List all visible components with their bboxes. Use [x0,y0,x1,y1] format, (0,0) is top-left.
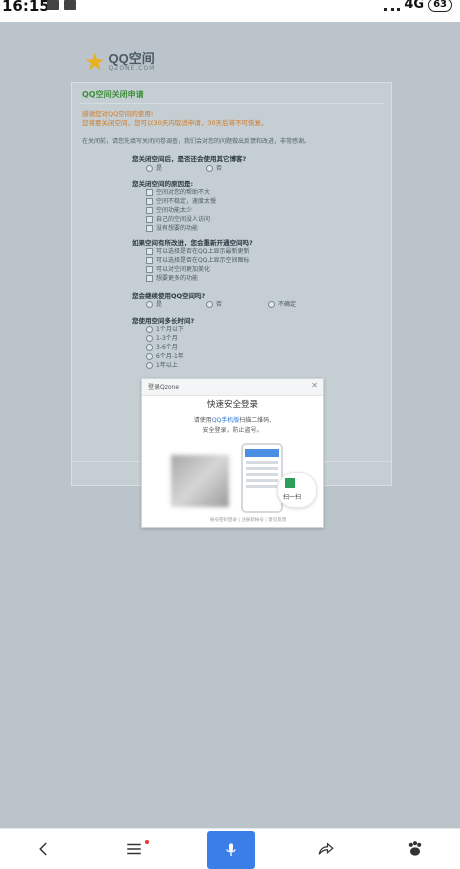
q4-option[interactable]: 否 [206,299,222,308]
radio-icon[interactable] [146,301,153,308]
star-icon: ★ [84,48,106,76]
q1-option[interactable]: 是 [146,163,162,172]
checkbox-icon[interactable] [146,189,153,196]
dialog-footer-links[interactable]: 帐号密码登录 | 注册新帐号 | 意见反馈 [210,517,286,523]
dialog-title: 快速安全登录 [206,400,258,410]
q5-option[interactable]: 1-3个月 [146,333,178,342]
q3-option[interactable]: 可以选择是否在QQ上显示空间图标 [146,255,249,264]
video-icon [64,0,76,10]
logo-subtitle: QZONE.COM [108,65,156,72]
dialog-header-title: 登录Qzone [148,384,180,391]
form-title: QQ空间关闭申请 [82,90,144,99]
status-time: 16:15 [2,0,50,15]
checkbox-icon[interactable] [146,198,153,205]
phone-row [246,479,278,482]
logo-name: QQ空间 [108,51,155,66]
status-bar: 16:15 4G 63 [0,0,460,22]
baidu-button[interactable] [385,829,445,869]
scan-badge: 扫一扫 [277,472,317,508]
scan-icon [285,478,295,488]
menu-button[interactable] [104,829,164,869]
network-type: 4G [404,0,425,12]
checkbox-icon[interactable] [146,225,153,232]
scan-label: 扫一扫 [283,494,302,501]
radio-icon[interactable] [146,362,153,369]
q2-option[interactable]: 空间不稳定，速度太慢 [146,196,216,205]
battery-icon: 63 [428,0,452,12]
q3-option[interactable]: 可以对空间更加美化 [146,264,210,273]
q5-option[interactable]: 3-6个月 [146,342,178,351]
form-description: 在关闭前，请您先填写关闭问卷调查，我们会对您的问题做出反馈和改进，非常感谢。 [82,138,311,145]
signal-icon [384,0,401,11]
radio-icon[interactable] [206,301,213,308]
q2-option[interactable]: 没有想要的功能 [146,223,198,232]
divider [80,103,383,104]
phone-row [246,485,278,488]
close-icon[interactable]: ✕ [311,381,318,390]
question-4: 您会继续使用QQ空间吗? [132,292,206,300]
radio-icon[interactable] [146,326,153,333]
checkbox-icon[interactable] [146,266,153,273]
radio-icon[interactable] [146,344,153,351]
checkbox-icon[interactable] [146,248,153,255]
login-dialog: 登录Qzone ✕ 快速安全登录 请使用QQ手机版扫描二维码, 安全登录，防止盗… [141,378,324,528]
dialog-instructions: 请使用QQ手机版扫描二维码, 安全登录，防止盗号。 [193,417,272,434]
menu-icon [127,843,141,855]
phone-row [246,467,278,470]
phone-row [246,473,278,476]
radio-icon[interactable] [268,301,275,308]
q5-option[interactable]: 1个月以下 [146,324,184,333]
notification-icon [47,0,59,10]
checkbox-icon[interactable] [146,216,153,223]
phone-screen-header [245,449,279,457]
share-button[interactable] [296,829,356,869]
qq-mobile-link[interactable]: QQ手机版 [212,417,239,424]
radio-icon[interactable] [146,353,153,360]
radio-icon[interactable] [146,335,153,342]
qzone-logo[interactable]: ★ QQ空间 QZONE.COM [84,50,155,74]
phone-row [246,461,278,464]
q3-option[interactable]: 想要更多的功能 [146,273,198,282]
notification-dot [145,840,149,844]
q5-option[interactable]: 6个月-1年 [146,351,184,360]
q2-option[interactable]: 自己的空间没人访问 [146,214,210,223]
checkbox-icon[interactable] [146,275,153,282]
q5-option[interactable]: 1年以上 [146,360,178,369]
checkbox-icon[interactable] [146,207,153,214]
voice-search-button[interactable] [207,831,255,869]
radio-icon[interactable] [146,165,153,172]
q4-option[interactable]: 是 [146,299,162,308]
question-1: 您关闭空间后，是否还会使用其它博客? [132,155,247,163]
back-arrow-icon [39,842,47,856]
notice-line-2: 您将要关闭空间，您可以30天内取消申请，30天后将不可恢复。 [82,119,268,127]
back-button[interactable] [14,829,74,869]
web-page: ★ QQ空间 QZONE.COM QQ空间关闭申请 感谢您对QQ空间的使用! 您… [0,22,460,828]
phone-illustration [241,443,283,513]
checkbox-icon[interactable] [146,257,153,264]
qr-code-image [171,455,229,507]
radio-icon[interactable] [206,165,213,172]
dialog-header: 登录Qzone ✕ [142,379,323,396]
q2-option[interactable]: 空间功能太少 [146,205,192,214]
q3-option[interactable]: 可以选择是否在QQ上显示最新更新 [146,246,249,255]
q1-option[interactable]: 否 [206,163,222,172]
status-right: 4G 63 [384,0,452,12]
microphone-icon [226,843,236,856]
baidu-paw-icon [408,841,422,856]
browser-bottom-bar [0,828,460,869]
q2-option[interactable]: 空间对您的帮助不大 [146,187,210,196]
share-icon [318,842,334,855]
q4-option[interactable]: 不确定 [268,299,296,308]
